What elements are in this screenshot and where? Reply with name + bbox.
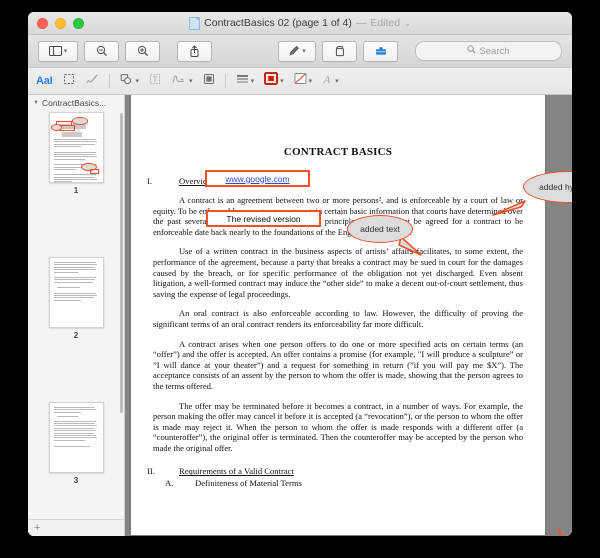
sidebar-scrollbar[interactable] <box>119 113 123 413</box>
chevron-down-icon: ▾ <box>280 77 284 85</box>
thumbnail-bubble-hyperlink <box>71 117 88 125</box>
thumbnail-list[interactable]: 1 2 3 <box>28 110 124 519</box>
chevron-down-icon: ▾ <box>302 47 306 55</box>
thumbnail-content <box>50 403 103 452</box>
zoom-in-button[interactable] <box>125 40 160 62</box>
shape-style-tool-button[interactable]: ▾ <box>236 72 255 90</box>
search-placeholder-text: Search <box>479 45 510 57</box>
sidebar-header-label: ContractBasics... <box>41 97 107 108</box>
window-title-dash: — <box>355 17 367 29</box>
rectangular-selection-tool-button[interactable] <box>63 72 75 90</box>
close-window-button[interactable] <box>37 18 48 29</box>
sketch-tool-button[interactable] <box>85 72 99 90</box>
zoom-out-button[interactable] <box>84 40 119 62</box>
sidebar-toggle-button[interactable]: ▾ <box>38 40 78 62</box>
chevron-down-icon: ▾ <box>135 77 140 85</box>
chevron-down-icon: ▾ <box>63 47 68 55</box>
callout-added-text: added text <box>347 215 413 243</box>
thumbnail-annotation-pagenum <box>89 168 100 175</box>
svg-text:T: T <box>153 76 158 84</box>
thumbnail-page-number: 1 <box>73 186 79 195</box>
thumbnail-page-number: 3 <box>73 476 79 485</box>
text-box-tool-button[interactable]: T <box>149 72 161 90</box>
highlight-button[interactable] <box>363 40 398 62</box>
signature-tool-button[interactable]: ▾ <box>171 72 193 90</box>
note-tool-button[interactable] <box>203 72 215 90</box>
disclosure-triangle-icon[interactable]: ▼ <box>33 100 39 106</box>
share-button[interactable] <box>177 40 212 62</box>
thumbnail-page-number: 2 <box>73 331 79 340</box>
document-pane[interactable]: CONTRACT BASICS I. Overview1. A contract… <box>125 95 572 536</box>
border-color-tool-button[interactable]: ▾ <box>264 72 284 90</box>
preview-window: ContractBasics 02 (page 1 of 4) — Edited… <box>28 12 572 536</box>
fill-color-icon <box>294 72 307 90</box>
chevron-down-icon[interactable]: ⌄ <box>404 19 411 28</box>
fill-color-tool-button[interactable]: ▾ <box>294 72 313 90</box>
search-icon <box>467 45 477 57</box>
window-title: ContractBasics 02 (page 1 of 4) — Edited… <box>28 12 572 34</box>
zoom-in-icon <box>137 45 149 57</box>
pen-icon <box>288 45 300 57</box>
text-box-icon: T <box>149 72 161 90</box>
markup-pen-button[interactable]: ▾ <box>278 40 316 62</box>
minimize-window-button[interactable] <box>55 18 66 29</box>
sidebar-icon <box>48 46 62 56</box>
highlighter-icon <box>374 45 388 57</box>
thumbnail-item[interactable]: 3 <box>28 402 124 485</box>
search-input[interactable]: Search <box>415 41 562 61</box>
page-thumbnail[interactable] <box>48 257 104 328</box>
share-icon <box>189 45 200 57</box>
window-title-filename: ContractBasics 02 (page 1 of 4) <box>204 17 352 29</box>
font-style-icon: A <box>322 72 333 90</box>
toolbar-divider <box>224 74 226 88</box>
chevron-down-icon: ▾ <box>189 77 193 85</box>
sidebar-header[interactable]: ▼ ContractBasics... <box>28 95 124 110</box>
thumbnail-sidebar: ▼ ContractBasics... 1 2 3 + <box>28 95 125 536</box>
maximize-window-button[interactable] <box>73 18 84 29</box>
page-thumbnail[interactable] <box>48 402 104 473</box>
shapes-tool-button[interactable]: ▾ <box>120 72 140 90</box>
zoom-out-icon <box>96 45 108 57</box>
text-selection-label: AaI <box>36 75 53 87</box>
main-toolbar: ▾ ▾ Search <box>28 35 572 68</box>
font-style-tool-button[interactable]: A ▾ <box>322 72 339 90</box>
text-selection-tool-button[interactable]: AaI <box>36 72 53 90</box>
thumbnail-item[interactable]: 2 <box>28 257 124 340</box>
border-color-icon <box>264 72 279 90</box>
shape-style-icon <box>236 72 249 90</box>
svg-text:A: A <box>323 74 331 85</box>
chevron-down-icon: ▾ <box>308 77 313 85</box>
markup-toolbar: AaI ▾ T ▾ ▾ ▾ ▾ A ▾ <box>28 68 572 95</box>
window-title-edited-badge: Edited <box>370 17 401 29</box>
add-page-button[interactable]: + <box>34 522 40 534</box>
thumbnail-content <box>50 258 103 306</box>
chevron-down-icon: ▾ <box>250 77 255 85</box>
window-titlebar: ContractBasics 02 (page 1 of 4) — Edited… <box>28 12 572 35</box>
page-thumbnail[interactable] <box>48 112 104 183</box>
thumbnail-bubble-text <box>50 124 63 131</box>
note-icon <box>203 72 215 90</box>
sketch-pen-icon <box>85 72 99 90</box>
preview-document-icon <box>189 16 201 30</box>
rotate-icon <box>334 45 346 57</box>
thumbnail-item[interactable]: 1 <box>28 112 124 195</box>
sidebar-footer: + <box>28 519 124 536</box>
rotate-button[interactable] <box>322 40 357 62</box>
shapes-icon <box>120 72 134 90</box>
callout-tails <box>398 200 563 536</box>
window-content: ▼ ContractBasics... 1 2 3 + CONTRACT BAS… <box>28 95 572 536</box>
signature-icon <box>171 72 187 90</box>
toolbar-divider <box>108 74 110 88</box>
rectangular-selection-icon <box>63 72 75 90</box>
chevron-down-icon: ▾ <box>335 77 339 85</box>
